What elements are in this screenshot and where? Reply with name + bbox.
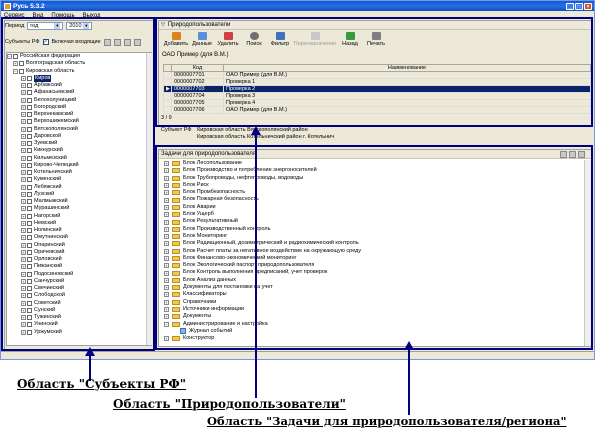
subject-label: Субъект РФ [161,127,192,133]
caption-subjects: Область "Субъекты РФ" [17,377,187,391]
subject-info: Субъект РФ Кировская область Вятскополян… [158,127,592,147]
arrow-users-line [255,134,257,398]
highlight-users [155,17,593,127]
caption-tasks: Область "Задачи для природопользователя/… [207,414,567,428]
title-bar: Русь 5.3.2 _ □ × [1,1,594,11]
window-title: Русь 5.3.2 [13,2,45,10]
maximize-button[interactable]: □ [575,2,583,10]
subject-value-2: Кировская область Котельничский район г.… [197,134,335,140]
highlight-tasks [155,145,593,350]
app-icon [4,2,11,10]
arrow-tasks-line [408,349,410,415]
caption-users: Область "Природопользователи" [113,397,346,411]
highlight-subjects [1,17,155,351]
close-button[interactable]: × [584,2,592,10]
minimize-button[interactable]: _ [566,2,574,10]
